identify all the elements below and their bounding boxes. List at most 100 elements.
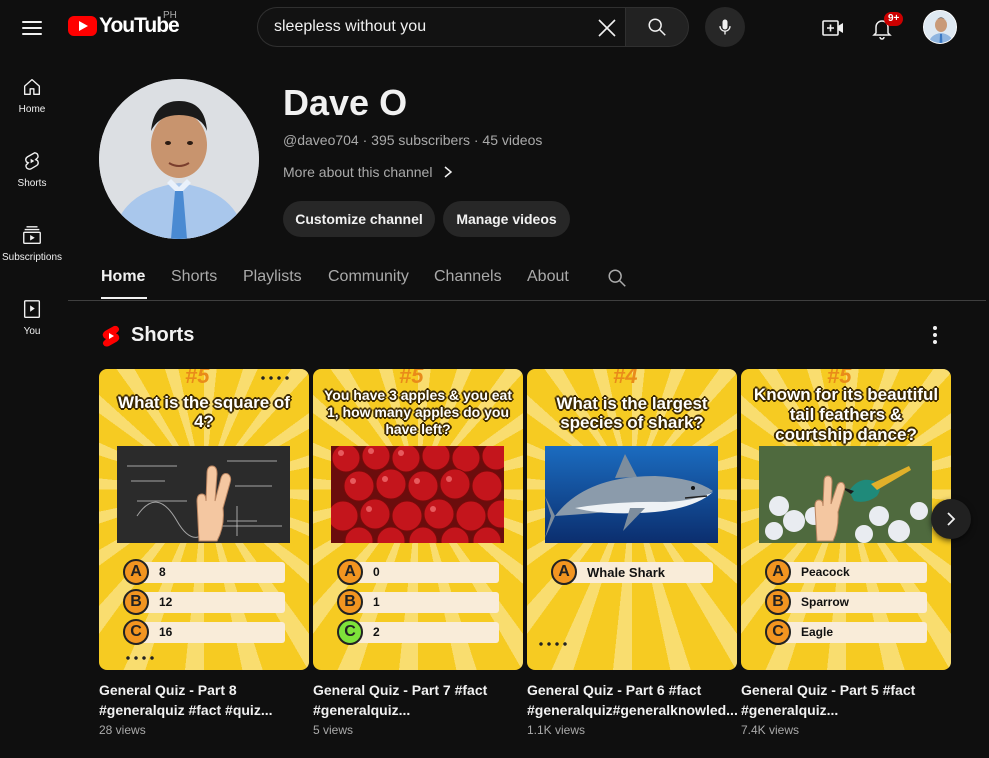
short-title-line: General Quiz - Part 5 #fact [741,682,916,698]
quiz-question: Known for its beautiful tail feathers & … [753,385,939,444]
channel-search-icon[interactable] [606,267,628,289]
youtube-play-icon [68,16,97,36]
short-views: 28 views [99,723,146,737]
decor-dots [537,641,567,647]
more-options-icon[interactable] [925,324,945,346]
tab-shorts[interactable]: Shorts [171,268,217,286]
channel-tabs: Home Shorts Playlists Community Channels… [68,256,986,301]
account-avatar[interactable] [923,10,957,44]
shelf-next-button[interactable] [931,499,971,539]
short-title-line: General Quiz - Part 6 #fact [527,682,702,698]
option-letter: A [123,559,149,585]
short-title-line: #generalquiz #fact #quiz... [99,702,273,718]
shorts-section-title: Shorts [131,324,195,346]
short-thumbnail[interactable]: #4 What is the largest species of shark? [527,369,737,670]
search-button[interactable] [625,7,689,47]
tab-channels[interactable]: Channels [434,268,502,286]
quiz-question: You have 3 apples & you eat 1, how many … [323,387,513,437]
short-thumbnail[interactable]: #5 You have 3 apples & you eat 1, how ma… [313,369,523,670]
channel-avatar[interactable] [99,79,259,239]
tab-playlists[interactable]: Playlists [243,268,302,286]
option-text: 16 [135,622,285,643]
short-title[interactable]: General Quiz - Part 5 #fact #generalquiz… [741,680,951,720]
search-bar [257,7,689,47]
short-title-line: #generalquiz... [313,702,411,718]
sidebar-item-subscriptions[interactable]: Subscriptions [0,204,64,278]
short-title-line: #generalquiz#generalknowled... [527,702,737,718]
short-views: 7.4K views [741,723,800,737]
option-text: Eagle [777,622,927,643]
short-title-line: #generalquiz... [741,702,839,718]
search-input[interactable] [274,18,574,36]
quiz-image-bird [759,446,932,543]
subscriptions-icon [23,226,41,244]
short-views: 1.1K views [527,723,586,737]
sidebar-item-label: Shorts [17,178,47,189]
decor-dots [124,655,154,661]
short-thumbnail[interactable]: #5 What is the square of 4? A 8 B 12 C 1… [99,369,309,670]
short-title[interactable]: General Quiz - Part 6 #fact #generalquiz… [527,680,737,720]
channel-meta: @daveo704 · 395 subscribers · 45 videos [283,132,543,148]
tab-home[interactable]: Home [101,268,145,286]
decor-dots [259,375,289,381]
voice-search-button[interactable] [705,7,745,47]
quiz-question: What is the square of 4? [118,393,290,431]
tab-about[interactable]: About [527,268,569,286]
sidebar-item-shorts[interactable]: Shorts [0,130,64,204]
search-icon [648,18,666,36]
short-views: 5 views [313,723,354,737]
clear-icon[interactable] [595,16,619,40]
quiz-number: #4 [613,369,638,388]
sidebar-item-home[interactable]: Home [0,56,64,130]
tab-community[interactable]: Community [328,268,409,286]
short-card[interactable]: #5 You have 3 apples & you eat 1, how ma… [313,369,523,737]
short-title-line: General Quiz - Part 8 [99,682,237,698]
you-icon [23,300,41,318]
top-bar: YouTube PH 9+ [0,0,989,56]
option-letter: A [765,559,791,585]
option-text: 2 [349,622,499,643]
option-text: Whale Shark [563,562,713,583]
short-thumbnail[interactable]: #5 Known for its beautiful tail feathers… [741,369,951,670]
option-letter: C [123,619,149,645]
option-letter: B [337,589,363,615]
sidebar-item-label: Home [18,104,46,115]
quiz-number: #5 [399,369,424,388]
quiz-question: What is the largest species of shark? [556,394,708,432]
chevron-right-icon [947,512,956,526]
option-text: 8 [135,562,285,583]
option-letter: B [765,589,791,615]
customize-channel-button[interactable]: Customize channel [283,201,435,237]
microphone-icon [719,19,731,35]
more-about-channel-link[interactable]: More about this channel [283,164,454,180]
short-card[interactable]: #4 What is the largest species of shark? [527,369,737,737]
quiz-image-chalkboard [117,446,290,543]
quiz-image-apples [331,446,504,543]
option-text: Sparrow [777,592,927,613]
option-letter: A [337,559,363,585]
short-card[interactable]: #5 What is the square of 4? A 8 B 12 C 1… [99,369,309,737]
manage-videos-button[interactable]: Manage videos [443,201,570,237]
sidebar-item-label: Subscriptions [1,252,63,263]
option-text: Peacock [777,562,927,583]
option-letter: B [123,589,149,615]
account-avatar-image [924,11,956,43]
short-card[interactable]: #5 Known for its beautiful tail feathers… [741,369,951,737]
sidebar-item-label: You [23,326,41,337]
country-code: PH [163,10,177,21]
menu-icon[interactable] [20,16,44,40]
channel-avatar-image [99,79,259,239]
short-title[interactable]: General Quiz - Part 8 #generalquiz #fact… [99,680,309,720]
short-title-line: General Quiz - Part 7 #fact [313,682,488,698]
sidebar-item-you[interactable]: You [0,278,64,352]
option-text: 0 [349,562,499,583]
short-title[interactable]: General Quiz - Part 7 #fact #generalquiz… [313,680,523,720]
search-box [257,7,625,47]
create-video-icon[interactable] [821,16,845,40]
option-letter: C [765,619,791,645]
active-tab-indicator [101,297,147,299]
option-text: 12 [135,592,285,613]
channel-name: Dave O [283,82,408,123]
shorts-logo-icon [102,325,120,347]
home-icon [23,78,41,96]
